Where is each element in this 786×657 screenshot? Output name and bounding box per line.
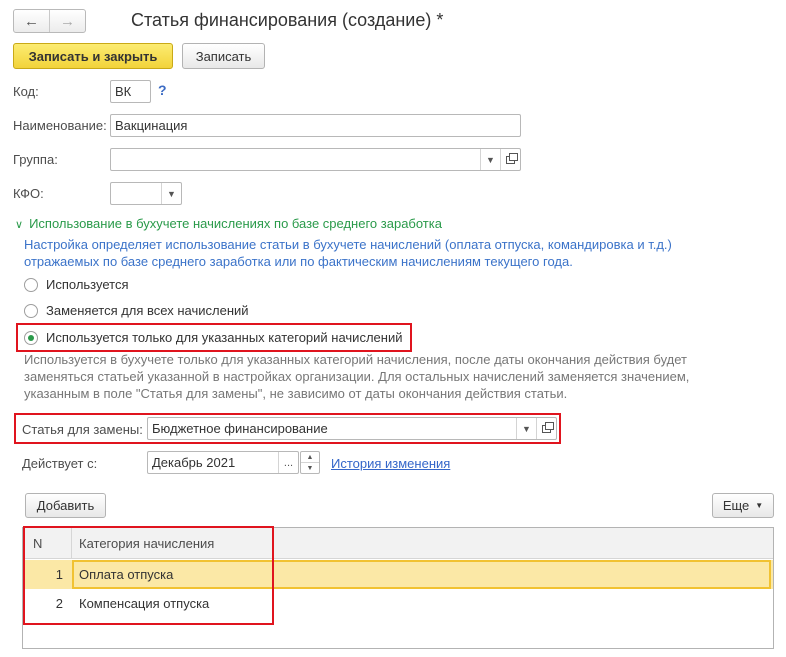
radio-option-selected-categories[interactable]: Используется только для указанных катего…: [24, 330, 402, 345]
name-field[interactable]: Вакцинация: [110, 114, 521, 137]
group-field[interactable]: ▼: [110, 148, 521, 171]
usage-section-header[interactable]: ∨ Использование в бухучете начислениях по…: [15, 216, 442, 231]
usage-section-title: Использование в бухучете начислениях по …: [29, 216, 442, 231]
save-and-close-button[interactable]: Записать и закрыть: [13, 43, 173, 69]
radio-button-checked[interactable]: [24, 330, 38, 345]
spin-down-icon[interactable]: ▼: [301, 463, 319, 473]
radio-button[interactable]: [24, 303, 38, 318]
usage-description: Настройка определяет использование стать…: [24, 237, 672, 269]
effective-date-value: Декабрь 2021: [152, 455, 236, 470]
replacement-dropdown-icon[interactable]: ▼: [516, 418, 536, 439]
spin-buttons: ▲ ▼: [300, 451, 320, 474]
radio-button[interactable]: [24, 277, 38, 292]
page-title: Статья финансирования (создание) *: [131, 10, 444, 30]
radio-label: Используется: [46, 277, 129, 292]
group-open-icon[interactable]: [500, 149, 520, 170]
radio-option-replaced-all[interactable]: Заменяется для всех начислений: [24, 303, 249, 318]
navigation-buttons: ← →: [13, 9, 86, 33]
kfo-label: КФО:: [13, 186, 44, 201]
replacement-value: Бюджетное финансирование: [152, 421, 328, 436]
radio-label: Заменяется для всех начислений: [46, 303, 249, 318]
help-icon[interactable]: ?: [158, 82, 167, 98]
date-select-button[interactable]: ...: [278, 452, 298, 473]
more-button[interactable]: Еще ▼: [712, 493, 774, 518]
replacement-open-icon[interactable]: [536, 418, 556, 439]
radio-label: Используется только для указанных катего…: [46, 330, 403, 345]
highlight-frame: [23, 526, 274, 625]
history-link[interactable]: История изменения: [331, 456, 450, 471]
group-label: Группа:: [13, 152, 58, 167]
add-button[interactable]: Добавить: [25, 493, 106, 518]
more-label: Еще: [722, 498, 750, 513]
chevron-down-icon: ▼: [755, 501, 764, 510]
kfo-field[interactable]: ▼: [110, 182, 182, 205]
replacement-field[interactable]: Бюджетное финансирование ▼: [147, 417, 557, 440]
group-dropdown-icon[interactable]: ▼: [480, 149, 500, 170]
effective-label: Действует с:: [22, 456, 98, 471]
replacement-label: Статья для замены:: [22, 422, 143, 437]
spin-up-icon[interactable]: ▲: [301, 452, 319, 463]
name-label: Наименование:: [13, 118, 107, 133]
radio-option-used[interactable]: Используется: [24, 277, 129, 292]
kfo-dropdown-icon[interactable]: ▼: [161, 183, 181, 204]
arrow-left-icon[interactable]: ←: [14, 10, 49, 32]
save-button[interactable]: Записать: [182, 43, 265, 69]
option-hint: Используется в бухучете только для указа…: [24, 352, 690, 401]
chevron-down-icon[interactable]: ∨: [15, 218, 23, 231]
arrow-right-icon[interactable]: →: [49, 10, 85, 32]
effective-date-field[interactable]: Декабрь 2021 ...: [147, 451, 299, 474]
code-label: Код:: [13, 84, 39, 99]
code-field[interactable]: ВК: [110, 80, 151, 103]
